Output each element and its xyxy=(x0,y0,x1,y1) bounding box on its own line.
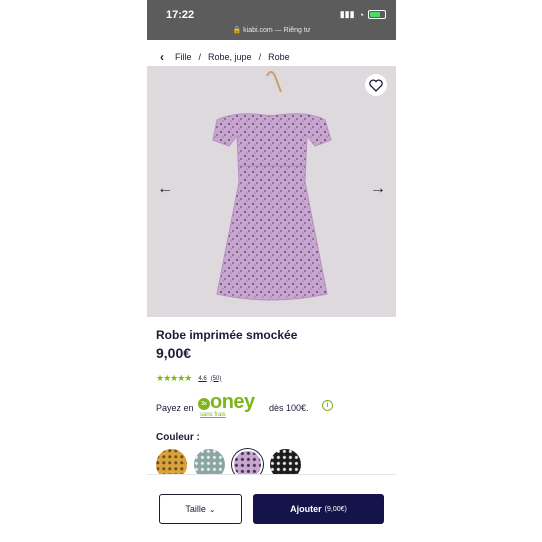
product-rating[interactable]: ★★★★★ 4.6 (50) xyxy=(156,373,225,384)
add-label: Ajouter xyxy=(290,504,322,514)
add-to-cart-button[interactable]: Ajouter (9,00€) xyxy=(253,494,384,524)
product-image[interactable]: ← → xyxy=(147,66,396,317)
pay-label: Payez en xyxy=(156,403,194,413)
breadcrumb-separator: / xyxy=(258,52,262,62)
wifi-icon: ◔ xyxy=(358,9,364,20)
back-arrow-icon[interactable]: ‹ xyxy=(151,50,173,64)
product-price: 9,00€ xyxy=(156,345,192,361)
product-title: Robe imprimée smockée xyxy=(156,328,298,342)
size-label: Taille xyxy=(185,504,206,514)
pay-threshold: dès 100€. xyxy=(269,403,309,413)
status-bar: 17:22 ▮▮▮ ◔ 🔒 kiabi.com — Riêng tư xyxy=(147,0,396,40)
breadcrumb-item-robe-jupe[interactable]: Robe, jupe xyxy=(208,52,252,62)
chevron-down-icon: ⌄ xyxy=(208,504,216,514)
next-arrow-icon[interactable]: → xyxy=(370,180,386,198)
installments-badge: 3x xyxy=(198,398,210,410)
action-bar: Taille ⌄ Ajouter (9,00€) xyxy=(147,475,396,542)
rating-score: 4.6 xyxy=(198,375,207,382)
signal-icon: ▮▮▮ xyxy=(339,9,355,19)
color-label: Couleur : xyxy=(156,432,200,443)
url-text: kiabi.com — Riêng tư xyxy=(243,27,311,34)
rating-stars-icon: ★★★★★ xyxy=(156,373,192,383)
status-time: 17:22 xyxy=(166,9,195,21)
breadcrumb-separator: / xyxy=(198,52,202,62)
url-bar[interactable]: 🔒 kiabi.com — Riêng tư xyxy=(147,26,396,34)
breadcrumb-item-fille[interactable]: Fille xyxy=(175,52,192,62)
oney-logo: oney xyxy=(210,391,255,413)
rating-count: (50) xyxy=(210,375,222,382)
status-icons: ▮▮▮ ◔ xyxy=(340,9,386,20)
size-select-button[interactable]: Taille ⌄ xyxy=(159,494,242,524)
oney-sans-frais-link[interactable]: sans frais xyxy=(200,412,226,418)
breadcrumb-item-robe[interactable]: Robe xyxy=(268,52,290,62)
phone-screen: 17:22 ▮▮▮ ◔ 🔒 kiabi.com — Riêng tư ‹ Fil… xyxy=(147,0,396,542)
battery-icon xyxy=(368,10,386,19)
payment-banner: Payez en 3x oney sans frais dès 100€. i xyxy=(156,391,396,421)
previous-arrow-icon[interactable]: ← xyxy=(157,180,173,198)
breadcrumb: ‹ Fille / Robe, jupe / Robe xyxy=(147,46,396,68)
dress-illustration xyxy=(212,71,332,301)
add-price: (9,00€) xyxy=(324,505,347,513)
info-icon[interactable]: i xyxy=(322,400,333,411)
favorite-heart-icon[interactable] xyxy=(365,74,387,96)
